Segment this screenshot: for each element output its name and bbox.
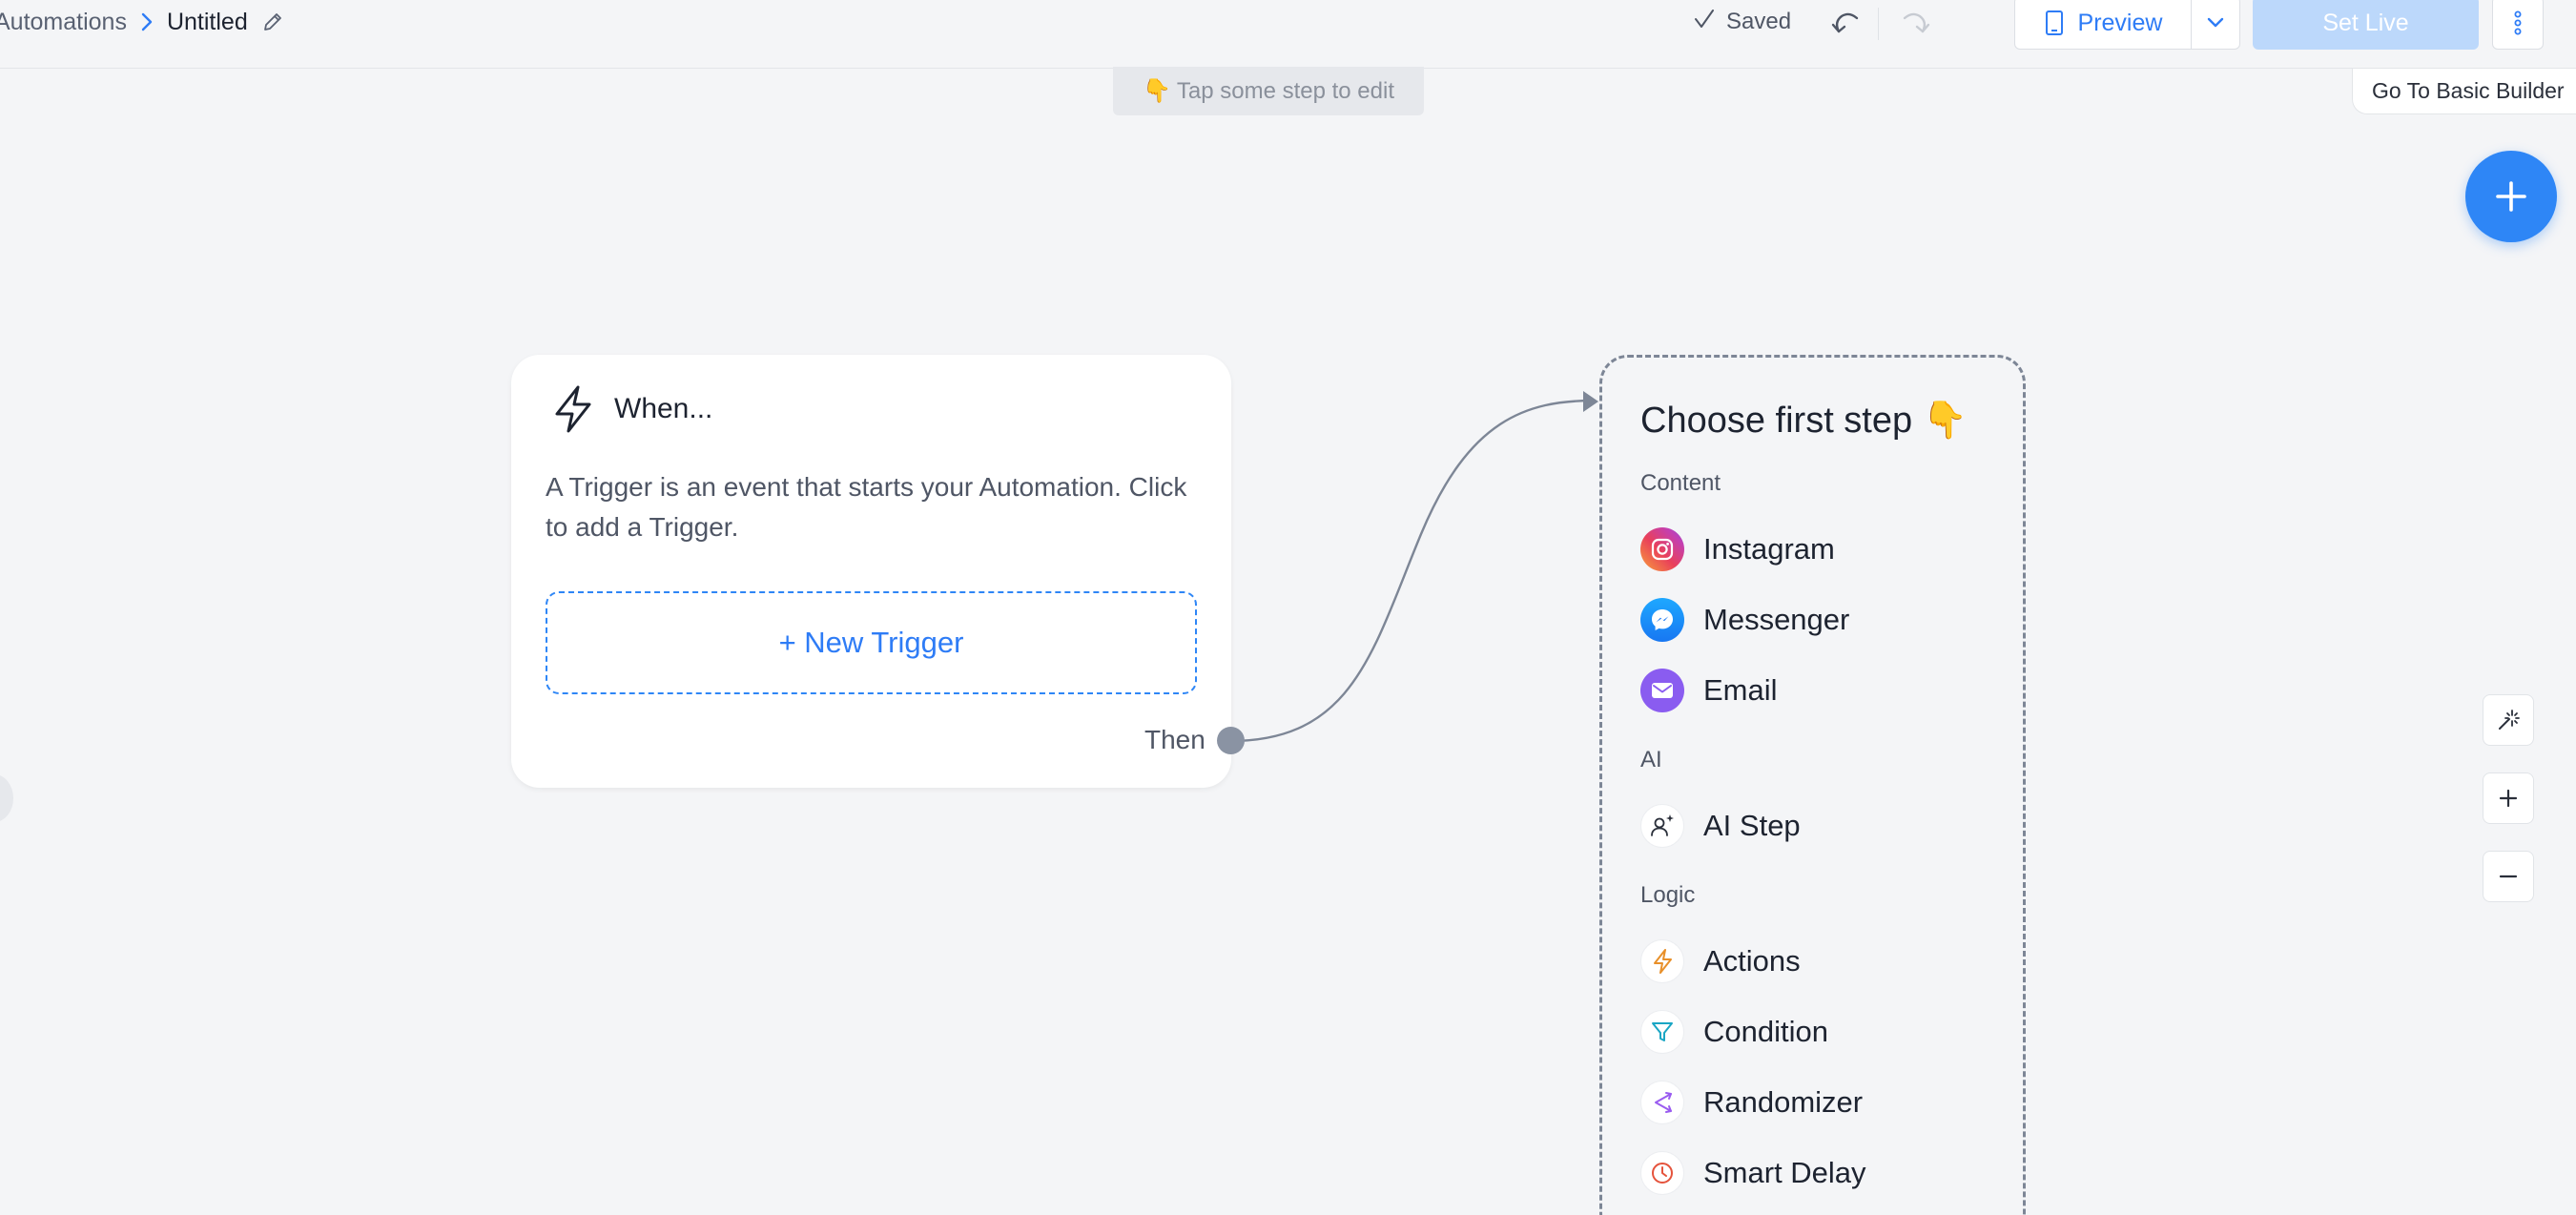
messenger-icon [1640,598,1684,642]
step-option-email[interactable]: Email [1640,667,1778,714]
edit-hint-text: Tap some step to edit [1176,77,1395,104]
chevron-right-icon [140,11,154,32]
trigger-card-title: When... [614,393,713,424]
connector-line [1229,391,1598,743]
step-option-label: Email [1703,673,1778,707]
undo-button[interactable] [1827,8,1865,38]
more-vertical-icon [2514,10,2522,35]
breadcrumb-automations-link[interactable]: Automations [0,9,127,36]
filter-icon [1640,1010,1684,1054]
magic-wand-icon [2499,710,2520,730]
redo-button[interactable] [1896,8,1934,38]
minus-icon [2499,875,2518,878]
step-option-label: Randomizer [1703,1085,1864,1119]
top-bar: Automations Untitled Saved Preview Set L… [0,0,2576,69]
saved-status: Saved [1692,0,1791,44]
phone-icon [2045,10,2063,35]
go-to-basic-builder-button[interactable]: Go To Basic Builder [2352,69,2576,114]
then-label: Then [1144,725,1206,754]
shuffle-icon [1640,1081,1684,1124]
undo-icon [1831,12,1859,33]
step-option-label: Instagram [1703,532,1835,566]
trigger-card-description: A Trigger is an event that starts your A… [546,472,1187,542]
group-label-logic: Logic [1640,882,1696,908]
step-option-randomizer[interactable]: Randomizer [1640,1079,1863,1126]
group-label-ai: AI [1640,747,1662,772]
step-option-label: AI Step [1703,809,1801,842]
checkmark-icon [1692,7,1717,38]
bolt-icon [1640,939,1684,983]
plus-icon [2496,181,2526,212]
ai-person-icon [1640,804,1684,848]
more-options-button[interactable] [2492,0,2544,50]
step-option-label: Condition [1703,1015,1828,1048]
new-trigger-button[interactable]: + New Trigger [546,591,1197,694]
lightning-bolt-icon [555,385,591,433]
preview-button-group: Preview [2014,0,2240,50]
pencil-icon[interactable] [261,10,284,33]
choose-first-step-panel: Choose first step 👇 Content Instagram Me… [1599,355,2026,1215]
saved-label: Saved [1726,9,1792,34]
choose-first-step-title: Choose first step 👇 [1640,401,1968,441]
arrowhead-icon [1583,391,1598,412]
chevron-down-icon [2207,17,2224,28]
preview-label: Preview [2077,9,2163,36]
add-step-fab-button[interactable] [2465,151,2557,242]
step-option-ai-step[interactable]: AI Step [1640,802,1801,850]
step-option-instagram[interactable]: Instagram [1640,525,1835,573]
plus-icon [2499,789,2518,808]
preview-dropdown-button[interactable] [2192,0,2239,49]
pointing-down-emoji: 👇 [1142,78,1171,104]
then-connection-handle[interactable] [1217,727,1245,754]
zoom-in-button[interactable] [2483,772,2534,824]
preview-button[interactable]: Preview [2015,0,2192,49]
zoom-out-button[interactable] [2483,851,2534,902]
instagram-icon [1640,527,1684,571]
breadcrumb: Automations Untitled [0,0,284,44]
left-panel-handle[interactable] [0,774,13,822]
edit-hint: 👇 Tap some step to edit [1113,67,1424,115]
email-icon [1640,669,1684,712]
redo-icon [1903,12,1930,33]
trigger-card[interactable]: When... A Trigger is an event that start… [511,355,1231,788]
automation-name: Untitled [166,8,248,35]
step-option-label: Smart Delay [1703,1156,1866,1189]
magic-arrange-button[interactable] [2483,694,2534,746]
group-label-content: Content [1640,470,1721,496]
step-option-label: Actions [1703,944,1801,978]
toolbar-divider [1878,8,1879,40]
step-option-smart-delay[interactable]: Smart Delay [1640,1149,1866,1197]
step-option-messenger[interactable]: Messenger [1640,596,1849,644]
set-live-button[interactable]: Set Live [2253,0,2479,50]
step-option-actions[interactable]: Actions [1640,937,1801,985]
step-option-condition[interactable]: Condition [1640,1008,1828,1056]
clock-icon [1640,1151,1684,1195]
trigger-card-header: When... [551,383,712,435]
step-option-label: Messenger [1703,603,1850,636]
